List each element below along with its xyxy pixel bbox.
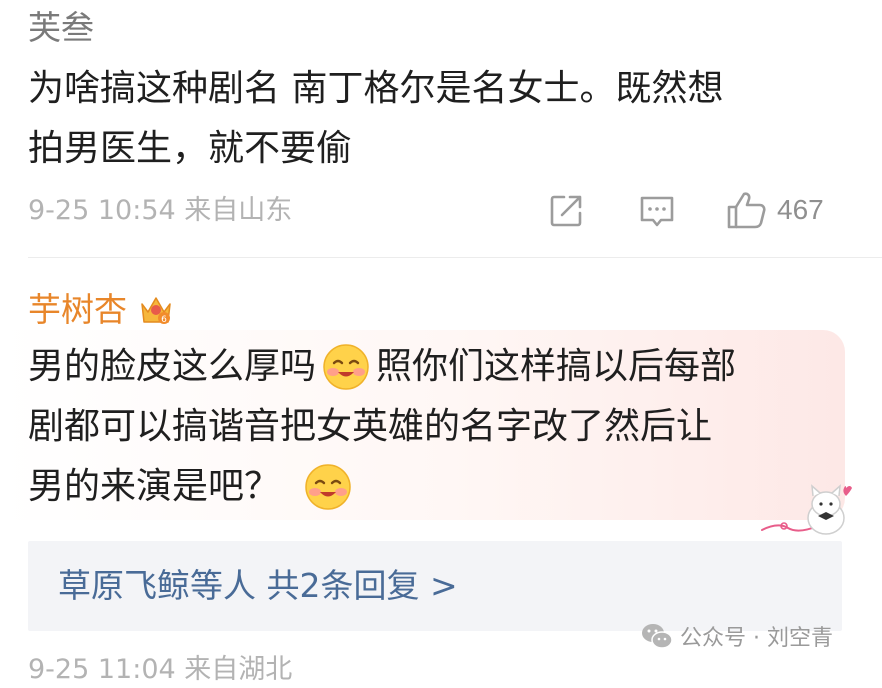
divider <box>28 257 882 258</box>
like-button[interactable]: 467 <box>725 190 824 230</box>
comment-item: 芙叁 为啥搞这种剧名 南丁格尔是名女士。既然想 拍男医生，就不要偷 9-25 1… <box>0 0 882 258</box>
comment-line: 拍男医生，就不要偷 <box>28 128 353 169</box>
comment-line: 男的来演是吧？ <box>28 457 736 517</box>
reply-summary-box[interactable]: 草原飞鲸等人 共2条回复 > <box>28 541 842 631</box>
comment-meta: 9-25 10:54 来自山东 <box>28 195 293 226</box>
comment-username[interactable]: 芙叁 <box>28 8 94 48</box>
comment-line: 剧都可以搞谐音把女英雄的名字改了然后让 <box>28 406 713 447</box>
blush-emoji-icon <box>323 344 369 390</box>
comment-line: 男的脸皮这么厚吗 照你们这样搞以后每部 <box>28 337 736 397</box>
reply-users: 草原飞鲸等人 <box>58 566 256 605</box>
watermark: 公众号 · 刘空青 <box>640 620 833 652</box>
comment-body: 为啥搞这种剧名 南丁格尔是名女士。既然想 拍男医生，就不要偷 <box>28 59 723 179</box>
blush-emoji-icon <box>305 464 351 510</box>
puppy-sticker-icon <box>761 484 852 535</box>
share-icon <box>550 195 582 227</box>
next-comment-meta: 9-25 11:04 来自湖北 <box>28 654 293 685</box>
like-count: 467 <box>777 194 824 225</box>
svg-text:6: 6 <box>161 315 167 325</box>
comment-username-text: 芋树杏 <box>28 290 127 329</box>
crown-badge-icon: 6 <box>141 297 171 325</box>
comment-button[interactable] <box>638 194 676 230</box>
comment-line: 为啥搞这种剧名 南丁格尔是名女士。既然想 <box>28 68 724 109</box>
share-button[interactable] <box>548 193 584 229</box>
comment-username[interactable]: 芋树杏 6 <box>28 290 175 330</box>
like-icon <box>727 192 766 229</box>
reply-summary: 草原飞鲸等人 共2条回复 > <box>58 564 458 608</box>
comment-body: 男的脸皮这么厚吗 照你们这样搞以后每部 剧都可以搞谐音把女英雄的名字改了然后让 … <box>28 337 736 517</box>
comment-text-segment: 照你们这样搞以后每部 <box>376 346 737 387</box>
reply-count: 共2条回复 > <box>266 566 458 605</box>
comment-text-segment: 男的脸皮这么厚吗 <box>28 346 317 387</box>
wechat-icon <box>642 624 673 649</box>
watermark-text: 公众号 · 刘空青 <box>680 626 833 651</box>
comment-text-segment: 男的来演是吧？ <box>28 466 281 507</box>
comment-icon <box>640 196 674 227</box>
